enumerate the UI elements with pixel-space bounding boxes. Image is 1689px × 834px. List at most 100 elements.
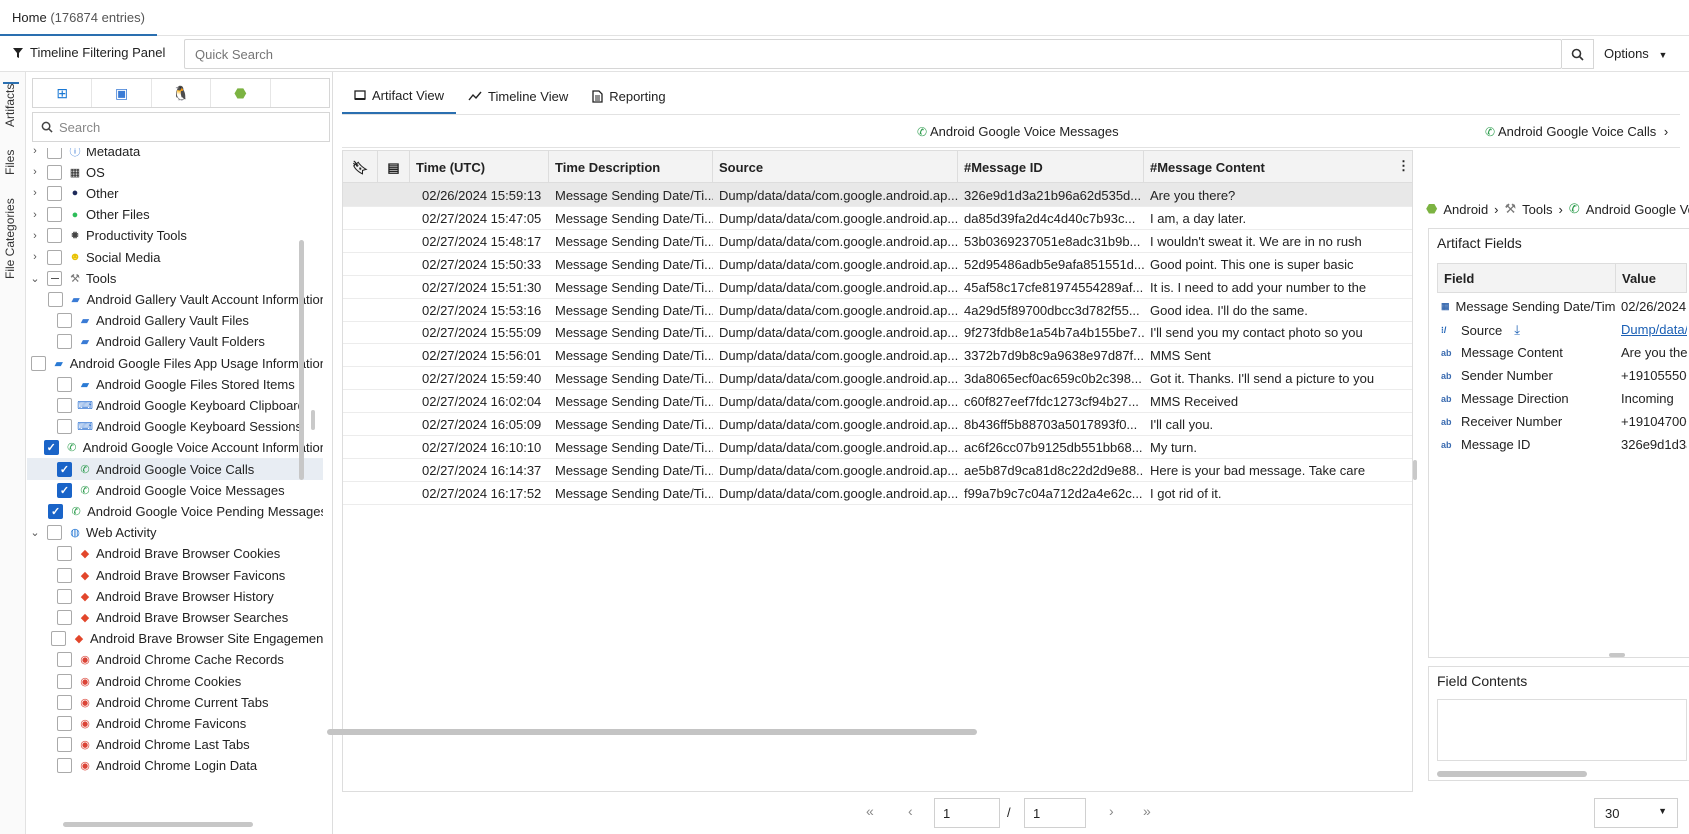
expand-toggle-icon[interactable]: › — [29, 251, 41, 263]
os-tab-android[interactable]: ⬣ — [211, 79, 271, 107]
tree-item[interactable]: ✓ ✆ Android Google Voice Calls — [27, 458, 323, 480]
home-tab[interactable]: Home (176874 entries) — [0, 0, 157, 36]
tree-checkbox[interactable] — [57, 313, 72, 329]
tree-item[interactable]: ◆ Android Brave Browser Favicons — [27, 564, 323, 586]
tree-checkbox[interactable] — [30, 355, 46, 371]
tree-item[interactable]: ⌄ ⚒ Tools — [27, 267, 323, 289]
column-header-time-description[interactable]: Time Description — [549, 151, 713, 183]
side-tab-file-categories[interactable]: File Categories — [3, 198, 17, 279]
tree-checkbox[interactable] — [57, 758, 72, 774]
right-panel-splitter[interactable] — [1413, 460, 1417, 480]
tree-checkbox[interactable] — [47, 249, 62, 265]
os-tab-macos-finder[interactable]: ▣ — [92, 79, 152, 107]
tree-checkbox[interactable] — [57, 694, 72, 710]
field-row[interactable]: ⁝/ Source ⤓ Dump/data/data/com.google.andro… — [1437, 318, 1687, 342]
tab-reporting[interactable]: Reporting — [580, 78, 677, 114]
column-header-message-id[interactable]: #Message ID — [958, 151, 1144, 183]
table-row[interactable]: 02/27/2024 16:02:04 Message Sending Date/… — [343, 389, 1412, 414]
tree-item[interactable]: ◉ Android Chrome Login Data — [27, 755, 323, 777]
expand-toggle-icon[interactable]: › — [29, 166, 41, 178]
tree-item[interactable]: ⌨ Android Google Keyboard Clipboard — [27, 394, 323, 416]
breadcrumb-tools[interactable]: Tools — [1522, 202, 1552, 217]
field-row[interactable]: ab Receiver Number +19104700000 — [1437, 410, 1687, 434]
os-tab-linux[interactable]: 🐧 — [152, 79, 212, 107]
tree-item[interactable]: ▰ Android Google Files App Usage Informat… — [27, 352, 323, 374]
tree-checkbox[interactable] — [57, 652, 72, 668]
tree-item[interactable]: ▰ Android Gallery Vault Account Informati… — [27, 288, 323, 310]
expand-toggle-icon[interactable]: ⌄ — [29, 526, 41, 539]
tree-checkbox[interactable] — [47, 164, 62, 180]
tree-item[interactable]: ✓ ✆ Android Google Voice Pending Messages — [27, 500, 323, 522]
tree-checkbox[interactable] — [47, 291, 63, 307]
table-row[interactable]: 02/27/2024 16:17:52 Message Sending Date/… — [343, 481, 1412, 505]
tree-checkbox[interactable] — [57, 376, 72, 392]
tree-search-field[interactable]: Search — [32, 112, 330, 142]
tree-item[interactable]: › ● Other — [27, 182, 323, 204]
tree-checkbox[interactable] — [50, 631, 66, 647]
tree-checkbox[interactable] — [47, 185, 62, 201]
field-row[interactable]: ab Sender Number +19105550000 — [1437, 364, 1687, 388]
first-page-icon[interactable]: « — [866, 803, 874, 819]
tree-item[interactable]: ⌄ ◍ Web Activity — [27, 522, 323, 544]
tree-checkbox[interactable] — [47, 525, 62, 541]
tree-item[interactable]: ◉ Android Chrome Cache Records — [27, 649, 323, 671]
page-number-input[interactable]: 1 — [934, 798, 1000, 828]
next-page-icon[interactable]: › — [1109, 803, 1114, 819]
tree-item[interactable]: › ● Other Files — [27, 204, 323, 226]
tree-checkbox[interactable] — [47, 270, 62, 286]
tree-horizontal-scrollbar[interactable] — [63, 822, 253, 827]
field-row[interactable]: ab Message Direction Incoming — [1437, 387, 1687, 411]
breadcrumb-android[interactable]: Android — [1443, 202, 1488, 217]
field-row[interactable]: ab Message ID 326e9d1d3a21b96a62d535d — [1437, 433, 1687, 457]
tree-item[interactable]: › ▦ OS — [27, 161, 323, 183]
tree-checkbox[interactable] — [57, 737, 72, 753]
next-artifact-link[interactable]: ✆ Android Google Voice Calls › — [1485, 124, 1668, 139]
column-header-message-content[interactable]: #Message Content — [1144, 151, 1412, 183]
value-column-header[interactable]: Value — [1616, 264, 1688, 292]
tree-vertical-scrollbar[interactable] — [299, 240, 304, 480]
table-row[interactable]: 02/27/2024 15:55:09 Message Sending Date/… — [343, 320, 1412, 345]
os-tab-windows[interactable]: ⊞ — [33, 79, 93, 107]
tree-checkbox[interactable] — [57, 397, 72, 413]
download-icon[interactable]: ⤓ — [1514, 322, 1520, 338]
tree-checkbox[interactable]: ✓ — [57, 482, 72, 498]
table-row[interactable]: 02/27/2024 16:10:10 Message Sending Date/… — [343, 435, 1412, 459]
field-contents-scrollbar[interactable] — [1437, 771, 1587, 777]
expand-toggle-icon[interactable]: › — [29, 230, 41, 242]
tree-checkbox[interactable]: ✓ — [57, 461, 72, 477]
table-row[interactable]: 02/27/2024 15:47:05 Message Sending Date/… — [343, 206, 1412, 230]
tree-item[interactable]: ◆ Android Brave Browser Cookies — [27, 543, 323, 565]
table-row[interactable]: 02/26/2024 15:59:13 Message Sending Date/… — [343, 183, 1412, 207]
tree-item[interactable]: ◉ Android Chrome Current Tabs — [27, 691, 323, 713]
options-menu[interactable]: Options ▼ — [1604, 46, 1667, 61]
table-row[interactable]: 02/27/2024 15:50:33 Message Sending Date/… — [343, 252, 1412, 276]
tree-checkbox[interactable] — [57, 673, 72, 689]
expand-toggle-icon[interactable]: ⌄ — [29, 272, 41, 285]
tree-checkbox[interactable] — [47, 207, 62, 223]
tree-checkbox[interactable] — [47, 148, 62, 159]
tree-item[interactable]: ◆ Android Brave Browser History — [27, 585, 323, 607]
field-contents-box[interactable] — [1437, 699, 1687, 761]
tree-checkbox[interactable] — [47, 228, 62, 244]
page-size-select[interactable]: 30 ▼ — [1594, 798, 1678, 828]
table-row[interactable]: 02/27/2024 15:51:30 Message Sending Date/… — [343, 275, 1412, 299]
tree-item[interactable]: ▰ Android Gallery Vault Files — [27, 310, 323, 332]
field-value[interactable]: Dump/data/data/com.google.android.apps.g… — [1621, 322, 1687, 337]
tree-checkbox[interactable] — [57, 567, 72, 583]
table-row[interactable]: 02/27/2024 15:53:16 Message Sending Date/… — [343, 298, 1412, 322]
table-row[interactable]: 02/27/2024 16:05:09 Message Sending Date/… — [343, 412, 1412, 436]
table-row[interactable]: 02/27/2024 16:14:37 Message Sending Date/… — [343, 458, 1412, 482]
tree-item[interactable]: › ⓘ Metadata — [27, 148, 323, 162]
tree-item[interactable]: ⌨ Android Google Keyboard Sessions — [27, 416, 323, 438]
tree-checkbox[interactable] — [57, 609, 72, 625]
side-tab-files[interactable]: Files — [3, 150, 17, 175]
tab-timeline-view[interactable]: Timeline View — [456, 78, 580, 114]
expand-toggle-icon[interactable]: › — [29, 187, 41, 199]
tree-item[interactable]: ◉ Android Chrome Last Tabs — [27, 734, 323, 756]
expand-toggle-icon[interactable]: › — [29, 209, 41, 221]
quick-search-button[interactable] — [1562, 39, 1594, 69]
expand-toggle-icon[interactable]: › — [29, 148, 41, 157]
tree-item[interactable]: › ☻ Social Media — [27, 246, 323, 268]
table-row[interactable]: 02/27/2024 15:56:01 Message Sending Date/… — [343, 343, 1412, 368]
tree-checkbox[interactable]: ✓ — [48, 503, 64, 519]
